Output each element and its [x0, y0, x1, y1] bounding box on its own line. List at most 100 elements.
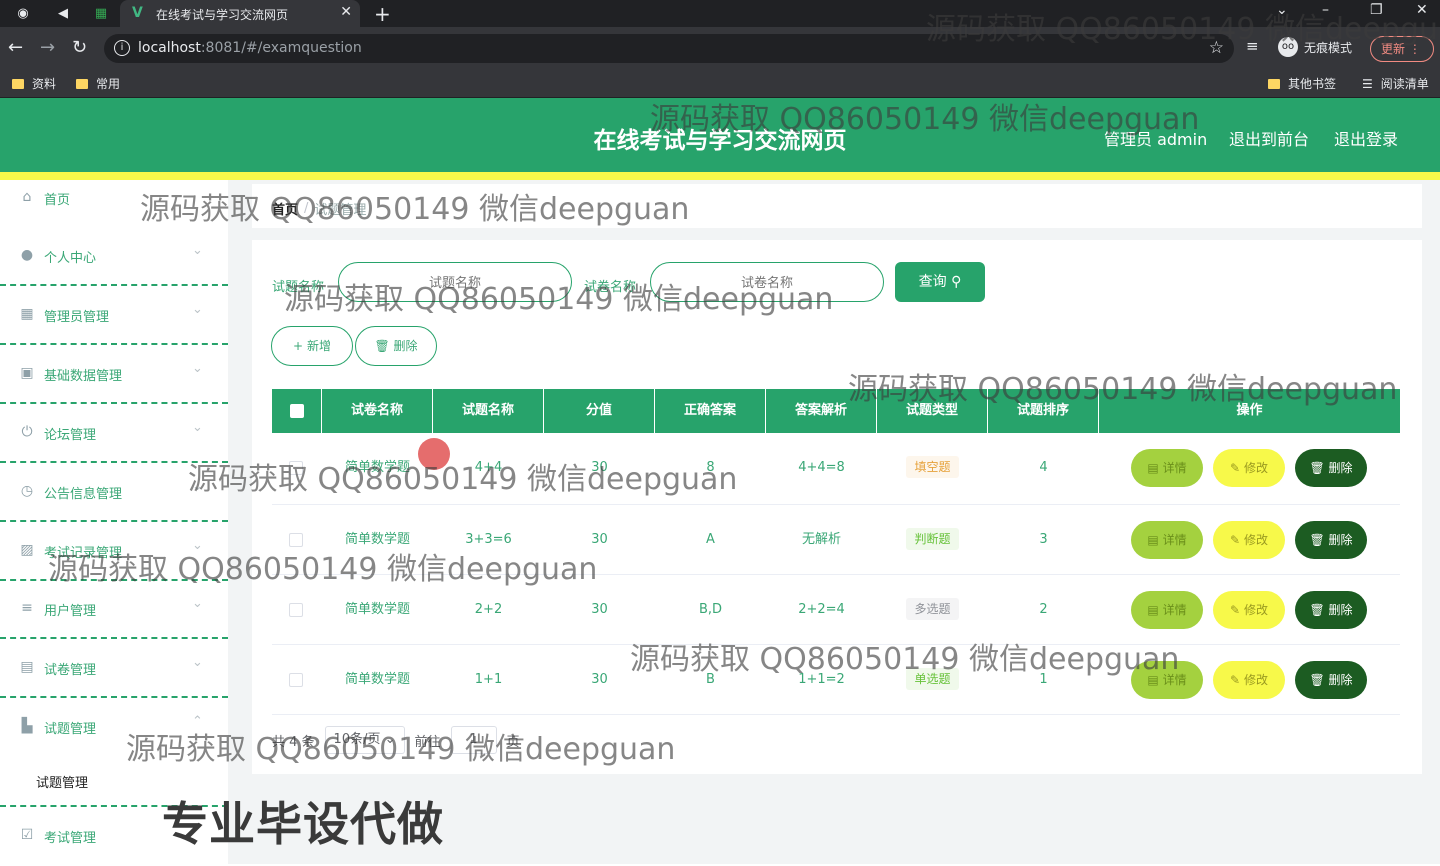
row-checkbox[interactable]	[289, 603, 303, 617]
reading-list-icon[interactable]: ≡	[1246, 37, 1259, 55]
sidebar-subitem-questions[interactable]: 试题管理	[36, 772, 88, 791]
minimize-icon[interactable]: –	[1322, 2, 1329, 18]
breadcrumb-current: 试题管理	[314, 203, 367, 218]
edit-button[interactable]: ✎ 修改	[1213, 521, 1285, 559]
edit-button[interactable]: ✎ 修改	[1213, 661, 1285, 699]
back-icon[interactable]: ←	[8, 37, 23, 58]
list-icon: ≡	[21, 600, 33, 616]
batch-delete-button[interactable]: 🗑 删除	[355, 326, 437, 366]
new-tab-icon[interactable]: +	[374, 2, 391, 26]
restore-icon[interactable]: ❐	[1370, 2, 1383, 18]
sidebar-item-users[interactable]: ≡ 用户管理 ⌄	[0, 581, 228, 639]
chart-icon: ▨	[20, 542, 34, 558]
page-size-select[interactable]: 10条/页 ⌄	[324, 726, 405, 754]
cell-paper: 简单数学题	[344, 602, 410, 617]
admin-label: 管理员 admin	[1104, 130, 1208, 149]
column-header: 试题类型	[877, 389, 988, 433]
select-all-checkbox[interactable]	[290, 404, 304, 418]
add-button[interactable]: + 新增	[271, 326, 353, 366]
cell-analysis: 2+2=4	[798, 602, 845, 617]
url-text[interactable]: localhost:8081/#/examquestion	[138, 40, 362, 56]
type-tag: 单选题	[906, 668, 959, 690]
sidebar-item-questions[interactable]: ▙ 试题管理 ⌃	[0, 699, 228, 757]
logout-link[interactable]: 退出登录	[1334, 126, 1398, 150]
info-icon[interactable]: i	[114, 40, 130, 56]
back-to-front-link[interactable]: 退出到前台	[1229, 126, 1309, 150]
table-header: 试卷名称 试题名称 分值 正确答案 答案解析 试题类型 试题排序 操作	[272, 389, 1400, 433]
cell-paper: 简单数学题	[344, 672, 410, 687]
incognito-indicator[interactable]: oo 无痕模式	[1278, 37, 1352, 57]
filter-label-question: 试题名称	[272, 280, 325, 295]
delete-button[interactable]: 🗑 删除	[1295, 449, 1367, 487]
bookmarks-bar: 资料 常用 其他书签 ☰ 阅读清单	[0, 70, 1440, 98]
forward-icon[interactable]: →	[40, 37, 55, 58]
bookmark-folder[interactable]: 其他书签	[1268, 75, 1336, 92]
chevron-down-icon: ⌄	[192, 596, 203, 611]
chevron-down-icon[interactable]: ⌄	[1276, 2, 1288, 18]
browser-menu-icon[interactable]: ◉	[14, 4, 32, 22]
breadcrumb: 首页 / 试题管理	[272, 199, 366, 218]
edit-button[interactable]: ✎ 修改	[1213, 591, 1285, 629]
browser-tab[interactable]: V 在线考试与学习交流网页 ✕	[120, 0, 360, 27]
sidebar-item-exam-record[interactable]: ▨ 考试记录管理 ⌄	[0, 523, 228, 581]
reading-list-button[interactable]: ☰ 阅读清单	[1362, 75, 1429, 92]
table-row: 简单数学题 1+1 30 B 1+1=2 单选题 1 ▤ 详情 ✎ 修改 🗑 删…	[272, 645, 1400, 715]
folder-icon	[12, 78, 24, 89]
browser-tab-strip: ◉ ◀ ▦ V 在线考试与学习交流网页 ✕ + ⌄ – ❐ ✕	[0, 0, 1440, 27]
close-window-icon[interactable]: ✕	[1416, 2, 1428, 18]
pencil-icon: ✎	[1230, 673, 1241, 687]
search-icon: ⚲	[951, 274, 962, 290]
trash-icon: 🗑	[1309, 673, 1325, 687]
cell-score: 30	[591, 672, 608, 687]
cell-analysis: 4+4=8	[798, 460, 845, 475]
building-icon: ▙	[21, 718, 33, 734]
mute-icon[interactable]: ◀	[54, 4, 72, 22]
sidebar-item-forum[interactable]: ⏻ 论坛管理 ⌄	[0, 405, 228, 463]
bookmark-folder[interactable]: 常用	[76, 75, 120, 92]
row-checkbox[interactable]	[289, 673, 303, 687]
delete-button[interactable]: 🗑 删除	[1295, 521, 1367, 559]
incognito-icon: oo	[1278, 37, 1298, 57]
question-name-input[interactable]	[338, 262, 572, 302]
detail-button[interactable]: ▤ 详情	[1131, 661, 1203, 699]
cell-analysis: 1+1=2	[798, 672, 845, 687]
delete-button[interactable]: 🗑 删除	[1295, 591, 1367, 629]
cell-type: 单选题	[877, 645, 988, 715]
sidebar-item-papers[interactable]: ▤ 试卷管理 ⌄	[0, 640, 228, 698]
cell-score: 30	[591, 460, 608, 475]
filter-label-paper: 试卷名称	[584, 280, 637, 295]
pager-unit-label: 页	[506, 734, 520, 750]
cell-order: 4	[1039, 460, 1048, 475]
sidebar-item-notice[interactable]: ◷ 公告信息管理 ⌄	[0, 464, 228, 522]
column-header: 正确答案	[655, 389, 766, 433]
reload-icon[interactable]: ↻	[72, 37, 87, 58]
sidebar-item-basedata[interactable]: ▣ 基础数据管理 ⌄	[0, 346, 228, 404]
close-tab-icon[interactable]: ✕	[340, 4, 352, 20]
paper-name-input[interactable]	[650, 262, 884, 302]
page-number-input[interactable]: 1	[450, 726, 497, 754]
row-checkbox[interactable]	[289, 533, 303, 547]
sheets-icon[interactable]: ▦	[92, 4, 110, 22]
update-button[interactable]: 更新 ⋮	[1370, 36, 1434, 62]
sidebar-item-admins[interactable]: ▦ 管理员管理 ⌄	[0, 287, 228, 345]
query-button[interactable]: 查询 ⚲	[895, 262, 985, 302]
checkbox-icon: ☑	[20, 827, 34, 843]
cell-name: 4+4	[474, 460, 503, 475]
detail-button[interactable]: ▤ 详情	[1131, 449, 1203, 487]
breadcrumb-card	[252, 184, 1422, 228]
chevron-down-icon: ⌄	[192, 420, 203, 435]
sidebar-item-home[interactable]: ⌂ 首页	[0, 170, 228, 228]
delete-button[interactable]: 🗑 删除	[1295, 661, 1367, 699]
omnibox[interactable]: i localhost:8081/#/examquestion ☆	[104, 34, 1234, 63]
chevron-down-icon: ⌄	[192, 243, 203, 258]
breadcrumb-home[interactable]: 首页	[272, 199, 298, 218]
star-icon[interactable]: ☆	[1209, 38, 1224, 58]
edit-button[interactable]: ✎ 修改	[1213, 449, 1285, 487]
cell-type: 填空题	[877, 433, 988, 503]
row-checkbox[interactable]	[289, 461, 303, 475]
detail-button[interactable]: ▤ 详情	[1131, 591, 1203, 629]
detail-button[interactable]: ▤ 详情	[1131, 521, 1203, 559]
bookmark-folder[interactable]: 资料	[12, 75, 56, 92]
pager-total: 共 4 条	[272, 734, 315, 750]
sidebar-item-personal[interactable]: ● 个人中心 ⌄	[0, 228, 228, 286]
